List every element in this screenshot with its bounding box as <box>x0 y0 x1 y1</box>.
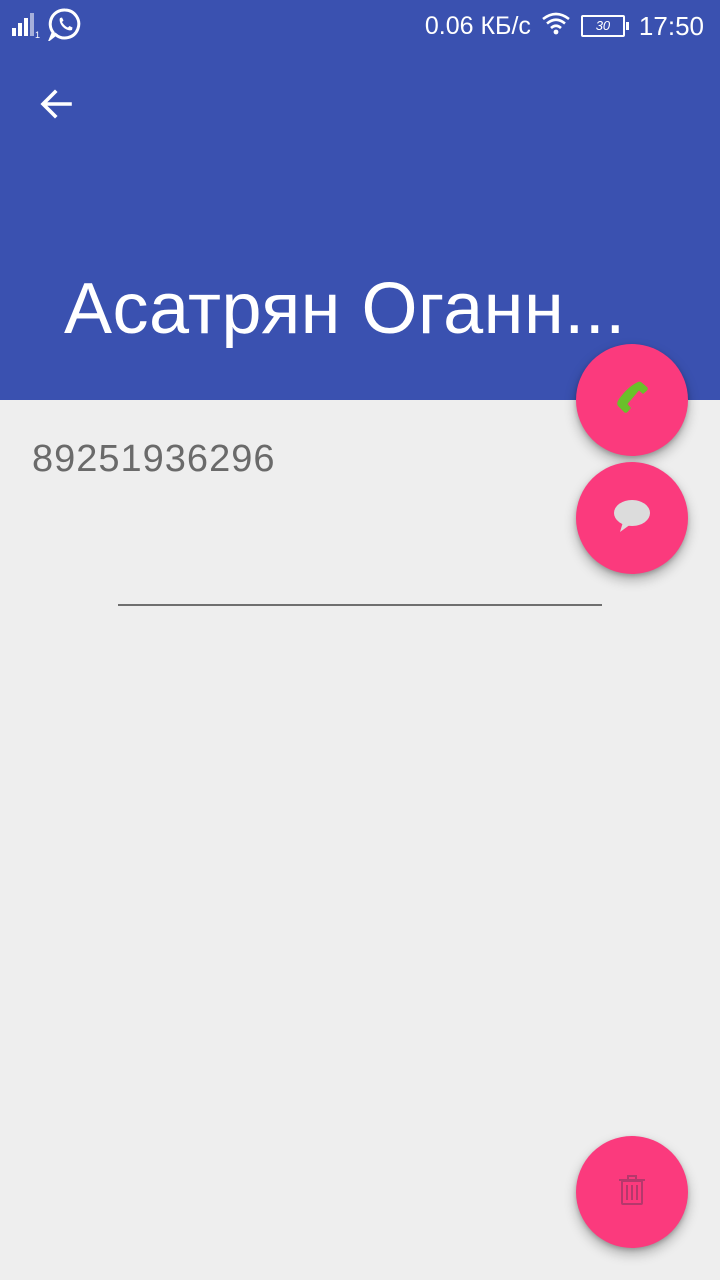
chat-bubble-icon <box>611 496 653 541</box>
status-left: 1 <box>10 8 82 44</box>
trash-icon <box>617 1173 647 1212</box>
arrow-left-icon <box>36 84 76 129</box>
network-speed: 0.06 КБ/с <box>424 11 531 40</box>
contact-header: 1 0.06 КБ/с 30 17:50 Асатрян Оганн... <box>0 0 720 400</box>
status-time: 17:50 <box>638 10 704 41</box>
phone-number: 89251936296 <box>32 438 276 480</box>
call-button[interactable] <box>576 344 688 456</box>
message-button[interactable] <box>576 462 688 574</box>
status-right: 0.06 КБ/с 30 17:50 <box>425 8 704 44</box>
whatsapp-icon <box>47 7 82 46</box>
wifi-icon <box>541 11 571 42</box>
signal-icon: 1 <box>10 10 40 43</box>
back-button[interactable] <box>30 80 82 132</box>
battery-icon: 30 <box>580 15 629 37</box>
divider <box>118 604 602 606</box>
svg-text:1: 1 <box>35 30 40 38</box>
status-bar: 1 0.06 КБ/с 30 17:50 <box>0 0 720 52</box>
contact-name-title: Асатрян Оганн... <box>64 269 626 349</box>
phone-icon <box>612 378 652 423</box>
delete-button[interactable] <box>576 1136 688 1248</box>
